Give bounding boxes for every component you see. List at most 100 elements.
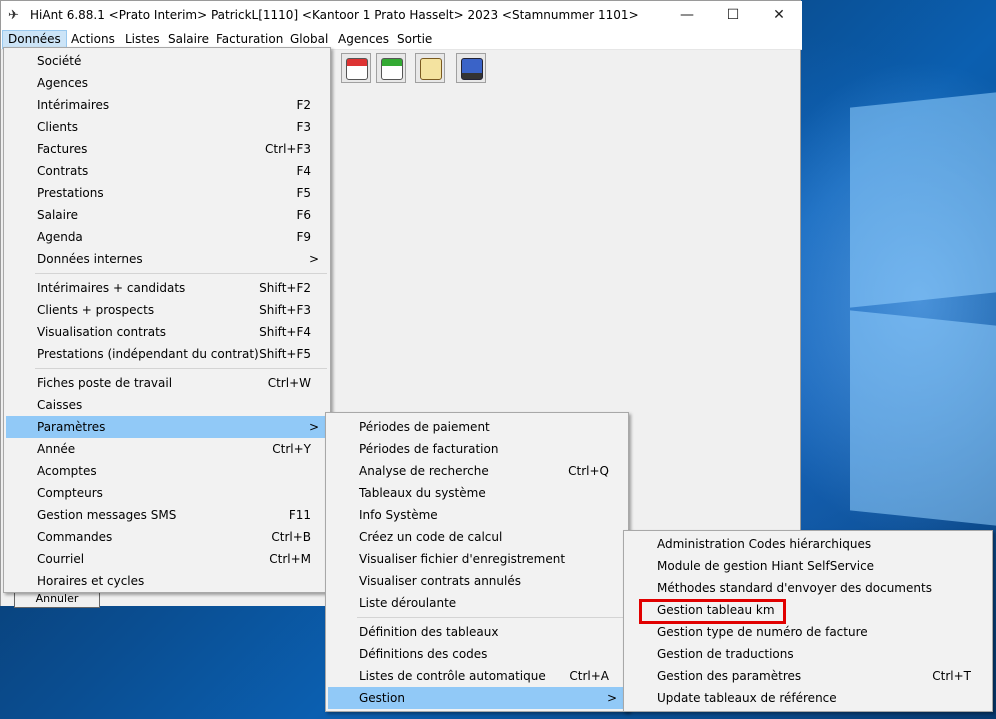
menu-item-interimaires[interactable]: Intérimaires F2 <box>6 94 328 116</box>
menu-item-shortcut: Ctrl+F3 <box>265 142 311 156</box>
menu-sortie[interactable]: Sortie <box>392 30 437 49</box>
donnees-dropdown: Société Agences Intérimaires F2 Clients F3 Fac… <box>3 47 331 593</box>
menu-item-label: Définitions des codes <box>359 647 488 661</box>
menu-item-gestion-des-parametres[interactable]: Gestion des paramètres Ctrl+T <box>626 665 990 687</box>
menu-item-methodes-standard-d-envoyer-des-documents[interactable]: Méthodes standard d'envoyer des document… <box>626 577 990 599</box>
menu-item-label: Commandes <box>37 530 113 544</box>
menu-item-label: Info Système <box>359 508 438 522</box>
menu-item-shortcut: Shift+F2 <box>259 281 311 295</box>
menu-item-label: Clients <box>37 120 78 134</box>
menu-item-label: Intérimaires + candidats <box>37 281 186 295</box>
menu-item-label: Intérimaires <box>37 98 110 112</box>
menu-item-label: Périodes de facturation <box>359 442 499 456</box>
menu-item-gestion[interactable]: Gestion > <box>328 687 626 709</box>
menu-item-tableaux-du-systeme[interactable]: Tableaux du système <box>328 482 626 504</box>
annotation-highlight-box <box>639 599 786 624</box>
menu-item-prestations-independant-du-contrat[interactable]: Prestations (indépendant du contrat) Shif… <box>6 343 328 365</box>
menu-item-listes-de-controle-automatique[interactable]: Listes de contrôle automatique Ctrl+A <box>328 665 626 687</box>
menu-item-label: Caisses <box>37 398 83 412</box>
menu-item-module-de-gestion-hiant-selfservice[interactable]: Module de gestion Hiant SelfService <box>626 555 990 577</box>
menu-item-shortcut: Ctrl+Q <box>568 464 609 478</box>
menu-item-clients[interactable]: Clients F3 <box>6 116 328 138</box>
menu-item-label: Compteurs <box>37 486 103 500</box>
clipboard-icon[interactable] <box>415 53 445 83</box>
menu-item-annee[interactable]: Année Ctrl+Y <box>6 438 328 460</box>
submenu-arrow-icon: > <box>606 691 617 705</box>
menu-item-label: Méthodes standard d'envoyer des document… <box>657 581 932 595</box>
menu-item-shortcut: F4 <box>296 164 311 178</box>
menu-item-caisses[interactable]: Caisses <box>6 394 328 416</box>
title-bar[interactable]: ✈ HiAnt 6.88.1 <Prato Interim> PatrickL[… <box>1 1 802 30</box>
menu-item-label: Données internes <box>37 252 143 266</box>
calendar-60-icon[interactable] <box>376 53 406 83</box>
minimize-button[interactable]: — <box>664 1 710 30</box>
menu-item-clients-prospects[interactable]: Clients + prospects Shift+F3 <box>6 299 328 321</box>
menu-item-analyse-de-recherche[interactable]: Analyse de recherche Ctrl+Q <box>328 460 626 482</box>
menu-item-periodes-de-paiement[interactable]: Périodes de paiement <box>328 416 626 438</box>
menu-item-label: Agences <box>37 76 89 90</box>
windows-logo-pane <box>850 310 996 526</box>
menu-item-gestion-de-traductions[interactable]: Gestion de traductions <box>626 643 990 665</box>
menu-item-periodes-de-facturation[interactable]: Périodes de facturation <box>328 438 626 460</box>
menu-item-label: Listes de contrôle automatique <box>359 669 546 683</box>
menu-item-gestion-messages-sms[interactable]: Gestion messages SMS F11 <box>6 504 328 526</box>
menu-item-shortcut: Ctrl+B <box>271 530 311 544</box>
menu-item-visualisation-contrats[interactable]: Visualisation contrats Shift+F4 <box>6 321 328 343</box>
menu-item-label: Gestion de traductions <box>657 647 794 661</box>
menu-item-commandes[interactable]: Commandes Ctrl+B <box>6 526 328 548</box>
menu-item-horaires-et-cycles[interactable]: Horaires et cycles <box>6 570 328 592</box>
menu-item-shortcut: Shift+F4 <box>259 325 311 339</box>
menu-item-update-tableaux-de-reference[interactable]: Update tableaux de référence <box>626 687 990 709</box>
close-button[interactable]: ✕ <box>756 1 802 30</box>
menu-item-label: Fiches poste de travail <box>37 376 173 390</box>
menu-item-societe[interactable]: Société <box>6 50 328 72</box>
menu-item-label: Définition des tableaux <box>359 625 499 639</box>
menu-item-administration-codes-hierarchiques[interactable]: Administration Codes hiérarchiques <box>626 533 990 555</box>
menu-item-definitions-des-codes[interactable]: Définitions des codes <box>328 643 626 665</box>
menu-item-label: Visualiser fichier d'enregistrement <box>359 552 566 566</box>
menu-item-shortcut: F9 <box>296 230 311 244</box>
menu-item-visualiser-contrats-annules[interactable]: Visualiser contrats annulés <box>328 570 626 592</box>
menu-item-shortcut: F11 <box>288 508 311 522</box>
menu-item-prestations[interactable]: Prestations F5 <box>6 182 328 204</box>
menu-item-label: Clients + prospects <box>37 303 155 317</box>
calendar-30-icon[interactable] <box>341 53 371 83</box>
menu-item-acomptes[interactable]: Acomptes <box>6 460 328 482</box>
menu-item-contrats[interactable]: Contrats F4 <box>6 160 328 182</box>
menu-item-label: Prestations <box>37 186 104 200</box>
menu-item-label: Module de gestion Hiant SelfService <box>657 559 875 573</box>
menu-item-shortcut: Ctrl+A <box>569 669 609 683</box>
menu-item-label: Gestion des paramètres <box>657 669 802 683</box>
cancel-button[interactable]: Annuler <box>14 592 100 608</box>
ant-icon: ✈ <box>8 8 19 23</box>
menu-item-shortcut: F5 <box>296 186 311 200</box>
menu-item-donnees-internes[interactable]: Données internes > <box>6 248 328 270</box>
menu-item-interimaires-candidats[interactable]: Intérimaires + candidats Shift+F2 <box>6 277 328 299</box>
menu-item-compteurs[interactable]: Compteurs <box>6 482 328 504</box>
menu-item-label: Tableaux du système <box>359 486 486 500</box>
menu-item-label: Analyse de recherche <box>359 464 489 478</box>
menu-item-visualiser-fichier-d-enregistrement[interactable]: Visualiser fichier d'enregistrement <box>328 548 626 570</box>
menu-item-label: Contrats <box>37 164 89 178</box>
menu-agences[interactable]: Agences <box>333 30 394 49</box>
menu-item-liste-deroulante[interactable]: Liste déroulante <box>328 592 626 614</box>
menu-item-gestion-type-de-numero-de-facture[interactable]: Gestion type de numéro de facture <box>626 621 990 643</box>
menu-item-label: Update tableaux de référence <box>657 691 837 705</box>
menu-item-factures[interactable]: Factures Ctrl+F3 <box>6 138 328 160</box>
truck-icon[interactable] <box>456 53 486 83</box>
menu-item-definition-des-tableaux[interactable]: Définition des tableaux <box>328 621 626 643</box>
menu-item-info-systeme[interactable]: Info Système <box>328 504 626 526</box>
menu-separator <box>35 368 327 369</box>
windows-logo-pane <box>850 92 996 308</box>
menu-item-label: Administration Codes hiérarchiques <box>657 537 872 551</box>
menu-item-fiches-poste-de-travail[interactable]: Fiches poste de travail Ctrl+W <box>6 372 328 394</box>
menu-item-agenda[interactable]: Agenda F9 <box>6 226 328 248</box>
menu-item-parametres[interactable]: Paramètres > <box>6 416 328 438</box>
menu-item-label: Acomptes <box>37 464 97 478</box>
menu-item-salaire[interactable]: Salaire F6 <box>6 204 328 226</box>
menu-item-courriel[interactable]: Courriel Ctrl+M <box>6 548 328 570</box>
parametres-submenu: Périodes de paiement Périodes de facturat… <box>325 412 629 712</box>
menu-item-creez-un-code-de-calcul[interactable]: Créez un code de calcul <box>328 526 626 548</box>
maximize-button[interactable]: ☐ <box>710 1 756 30</box>
menu-item-agences[interactable]: Agences <box>6 72 328 94</box>
